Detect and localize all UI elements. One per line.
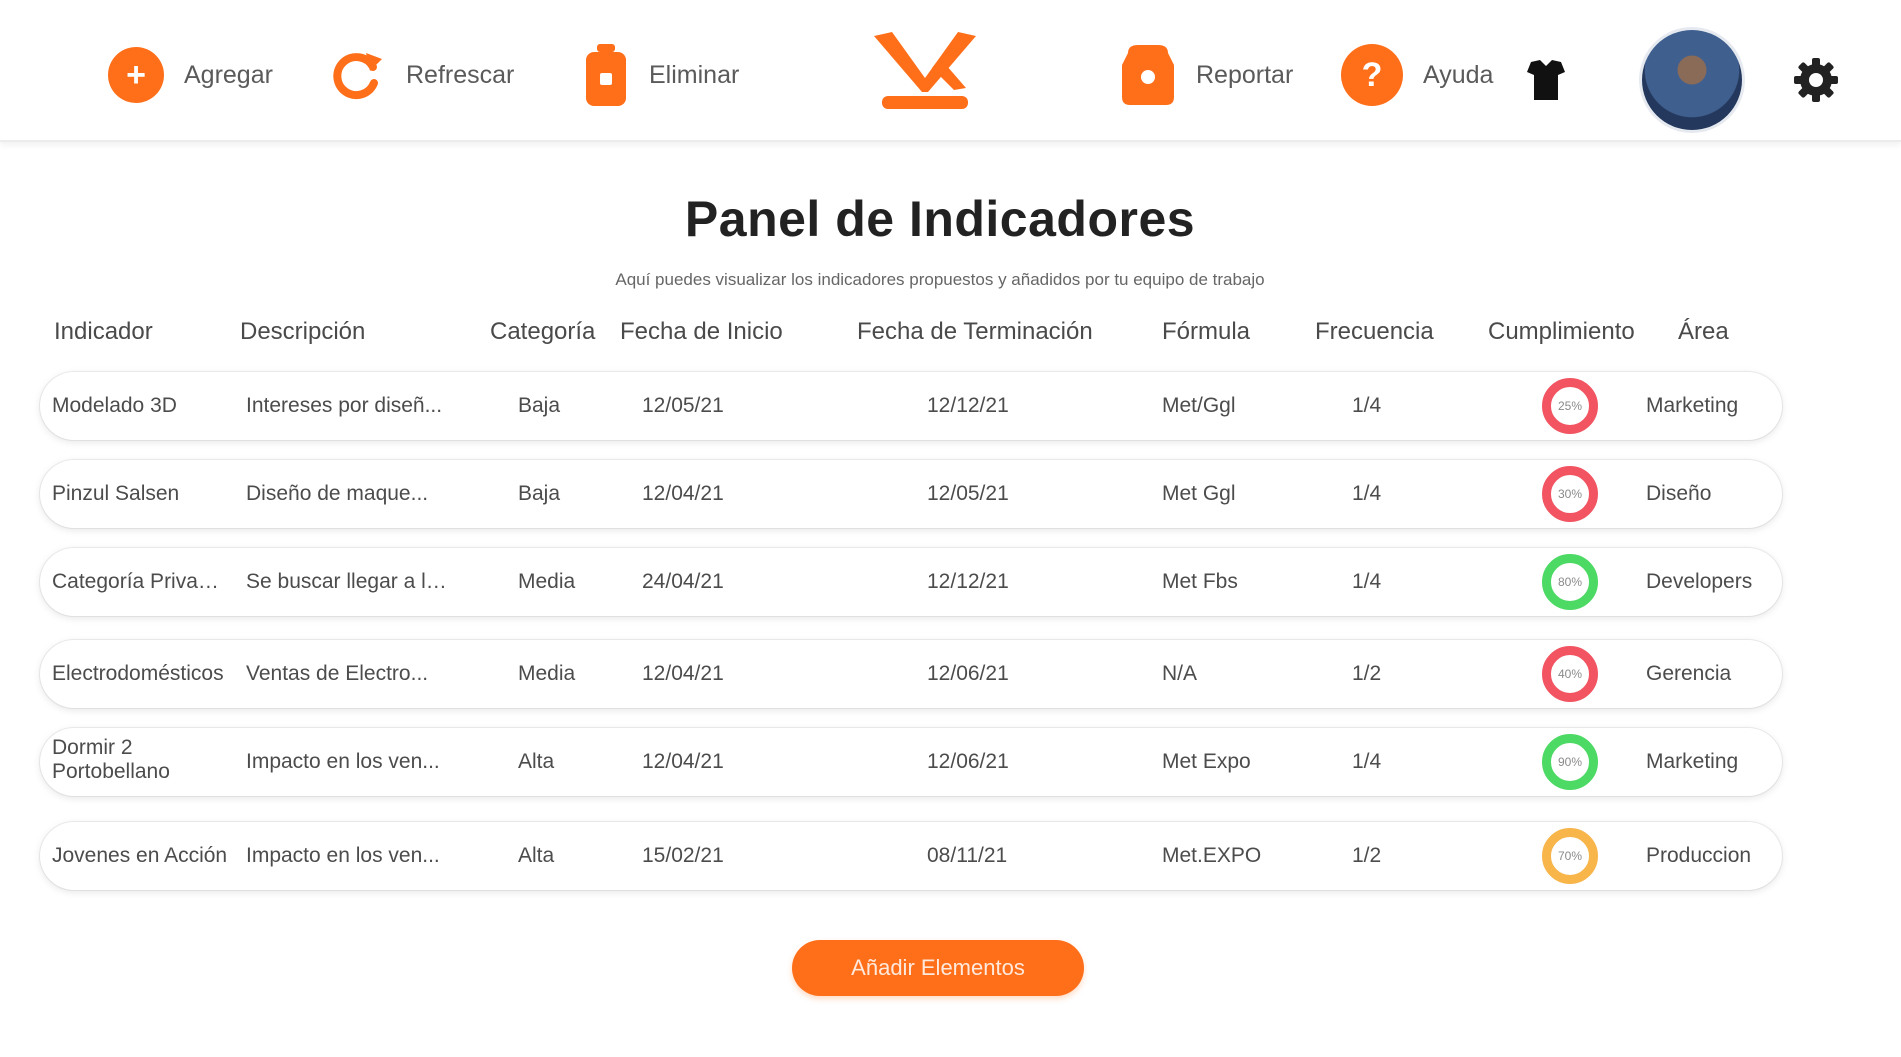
cell-descripcion: Se buscar llegar a los... (246, 570, 456, 593)
cell-fecha-inicio: 12/05/21 (642, 394, 724, 417)
cell-fecha-terminacion: 12/05/21 (927, 482, 1009, 505)
cell-fecha-terminacion: 08/11/21 (927, 844, 1008, 867)
cell-indicador: Electrodomésticos (52, 662, 224, 685)
cell-indicador: Dormir 2 Portobellano (52, 736, 170, 783)
table-header: Indicador Descripción Categoría Fecha de… (0, 318, 1901, 358)
table-row[interactable]: Categoría Privados Se buscar llegar a lo… (40, 548, 1782, 616)
header-descripcion: Descripción (240, 318, 366, 345)
cell-fecha-terminacion: 12/12/21 (927, 570, 1009, 593)
cumplimiento-ring: 25% (1542, 378, 1598, 434)
shirt-icon[interactable] (1525, 58, 1567, 102)
cell-categoria: Media (518, 662, 576, 685)
refresh-label: Refrescar (406, 60, 515, 89)
cell-area: Gerencia (1646, 662, 1732, 685)
plus-icon: + (108, 47, 164, 103)
cell-fecha-inicio: 12/04/21 (642, 482, 724, 505)
cell-fecha-terminacion: 12/06/21 (927, 662, 1009, 685)
cell-frecuencia: 1/2 (1352, 844, 1382, 867)
cell-frecuencia: 1/4 (1352, 394, 1382, 417)
table-row[interactable]: Pinzul Salsen Diseño de maque... Baja 12… (40, 460, 1782, 528)
table-row[interactable]: Modelado 3D Intereses por diseñ... Baja … (40, 372, 1782, 440)
refresh-icon (333, 53, 382, 100)
add-label: Agregar (184, 60, 273, 89)
trash-icon (586, 44, 626, 106)
cell-fecha-inicio: 15/02/21 (642, 844, 724, 867)
cell-area: Developers (1646, 570, 1753, 593)
header-fecha-inicio: Fecha de Inicio (620, 318, 783, 345)
page-title: Panel de Indicadores (684, 191, 1196, 247)
delete-button[interactable]: Eliminar (583, 40, 739, 110)
cumplimiento-ring: 80% (1542, 554, 1598, 610)
refresh-button[interactable]: Refrescar (326, 40, 514, 110)
cumplimiento-ring: 70% (1542, 828, 1598, 884)
add-elements-button[interactable]: Añadir Elementos (792, 940, 1084, 996)
report-label: Reportar (1196, 60, 1294, 89)
cell-indicador: Modelado 3D (52, 394, 177, 417)
header-cumplimiento: Cumplimiento (1488, 318, 1635, 345)
cell-descripcion: Impacto en los ven... (246, 750, 440, 773)
cell-indicador: Pinzul Salsen (52, 482, 180, 505)
report-button[interactable]: Reportar (1120, 40, 1293, 110)
cell-formula: Met/Ggl (1162, 394, 1236, 417)
header-formula: Fórmula (1162, 318, 1251, 345)
user-avatar[interactable] (1642, 30, 1742, 130)
cell-area: Produccion (1646, 844, 1752, 867)
header-frecuencia: Frecuencia (1315, 318, 1434, 345)
cell-fecha-inicio: 12/04/21 (642, 750, 724, 773)
cell-area: Marketing (1646, 750, 1739, 773)
header-area: Área (1678, 318, 1729, 345)
cell-fecha-terminacion: 12/06/21 (927, 750, 1009, 773)
help-button[interactable]: ? Ayuda (1341, 40, 1493, 110)
brand-logo (874, 32, 976, 109)
header-fecha-terminacion: Fecha de Terminación (857, 318, 1093, 345)
header-indicador: Indicador (54, 318, 153, 345)
cell-descripcion: Ventas de Electro... (246, 662, 429, 685)
cumplimiento-ring: 30% (1542, 466, 1598, 522)
add-button[interactable]: + Agregar (108, 40, 273, 110)
cell-descripcion: Diseño de maque... (246, 482, 429, 505)
table-row[interactable]: Dormir 2 Portobellano Impacto en los ven… (40, 728, 1782, 796)
cell-area: Marketing (1646, 394, 1739, 417)
cell-fecha-inicio: 12/04/21 (642, 662, 724, 685)
cell-frecuencia: 1/4 (1352, 482, 1382, 505)
delete-label: Eliminar (649, 60, 740, 89)
cell-fecha-inicio: 24/04/21 (642, 570, 724, 593)
cell-categoria: Baja (518, 482, 561, 505)
cell-fecha-terminacion: 12/12/21 (927, 394, 1009, 417)
cell-frecuencia: 1/2 (1352, 662, 1382, 685)
cell-formula: Met.EXPO (1162, 844, 1262, 867)
cell-frecuencia: 1/4 (1352, 750, 1382, 773)
table-row[interactable]: Electrodomésticos Ventas de Electro... M… (40, 640, 1782, 708)
cell-area: Diseño (1646, 482, 1712, 505)
table-row[interactable]: Jovenes en Acción Impacto en los ven... … (40, 822, 1782, 890)
cell-indicador: Jovenes en Acción (52, 844, 228, 867)
cell-categoria: Media (518, 570, 576, 593)
cell-frecuencia: 1/4 (1352, 570, 1382, 593)
cell-formula: Met Ggl (1162, 482, 1236, 505)
cumplimiento-ring: 90% (1542, 734, 1598, 790)
cell-formula: Met Fbs (1162, 570, 1238, 593)
help-icon: ? (1341, 44, 1403, 106)
cell-formula: N/A (1162, 662, 1198, 685)
cell-categoria: Alta (518, 844, 555, 867)
cell-categoria: Alta (518, 750, 555, 773)
cell-formula: Met Expo (1162, 750, 1251, 773)
help-label: Ayuda (1423, 60, 1494, 89)
cell-descripcion: Intereses por diseñ... (246, 394, 443, 417)
cell-indicador: Categoría Privados (52, 570, 230, 593)
report-icon (1122, 45, 1174, 105)
gear-icon[interactable] (1793, 57, 1839, 103)
top-toolbar: + Agregar Refrescar Eliminar Reportar ? … (0, 0, 1901, 142)
cell-descripcion: Impacto en los ven... (246, 844, 440, 867)
header-categoria: Categoría (490, 318, 596, 345)
cumplimiento-ring: 40% (1542, 646, 1598, 702)
cell-categoria: Baja (518, 394, 561, 417)
page-subtitle: Aquí puedes visualizar los indicadores p… (615, 270, 1265, 289)
